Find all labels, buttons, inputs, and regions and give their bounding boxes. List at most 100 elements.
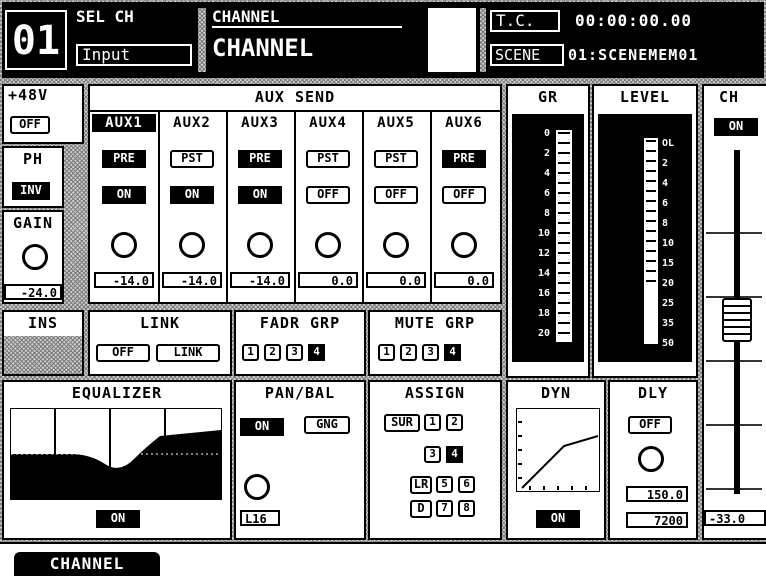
aux-pre-post-button[interactable]: PST	[306, 150, 350, 168]
equalizer-curve-graph[interactable]	[10, 408, 222, 500]
scene-label: SCENE	[490, 44, 564, 66]
header-hatch-1	[198, 8, 206, 72]
sel-ch-value[interactable]: Input	[76, 44, 192, 66]
aux-on-off-button[interactable]: ON	[102, 186, 146, 204]
fadr-grp-button[interactable]: 4	[308, 344, 325, 361]
gr-scale-tick: 8	[543, 208, 550, 219]
assign-bus-button[interactable]: 1	[424, 414, 441, 431]
aux-send-knob[interactable]	[111, 232, 137, 258]
dly-title: DLY	[637, 384, 669, 402]
assign-stereo-button[interactable]: LR	[410, 476, 432, 494]
tc-value: 00:00:00.00	[575, 11, 692, 30]
level-meter-fill	[646, 282, 656, 342]
aux-send-value: 0.0	[366, 272, 426, 288]
aux-on-off-button[interactable]: OFF	[442, 186, 486, 204]
equalizer-title: EQUALIZER	[71, 384, 163, 402]
aux-strip-divider	[430, 112, 432, 302]
aux-pre-post-button[interactable]: PST	[170, 150, 214, 168]
aux-send-value: 0.0	[434, 272, 494, 288]
equalizer-on-button[interactable]: ON	[96, 510, 140, 528]
assign-bus-button[interactable]: 7	[436, 500, 453, 517]
pan-on-button[interactable]: ON	[240, 418, 284, 436]
level-scale-tick: 6	[662, 198, 669, 209]
dyn-on-button[interactable]: ON	[536, 510, 580, 528]
aux-send-value: -14.0	[94, 272, 154, 288]
aux-pre-post-button[interactable]: PRE	[442, 150, 486, 168]
header-blank-box	[428, 8, 476, 72]
channel-name[interactable]: CHANNEL	[212, 30, 412, 66]
aux-on-off-button[interactable]: ON	[170, 186, 214, 204]
pan-bal-title: PAN/BAL	[264, 384, 336, 402]
aux-send-knob[interactable]	[451, 232, 477, 258]
mute-grp-button[interactable]: 3	[422, 344, 439, 361]
aux-on-off-button[interactable]: OFF	[374, 186, 418, 204]
level-scale-tick: 50	[662, 338, 675, 349]
assign-bus-button[interactable]: 3	[424, 446, 441, 463]
aux-name-label[interactable]: AUX6	[432, 114, 496, 132]
gr-meter-bar	[556, 130, 572, 342]
gr-scale-tick: 14	[537, 268, 550, 279]
level-scale-tick: 35	[662, 318, 675, 329]
assign-bus-button[interactable]: 8	[458, 500, 475, 517]
aux-pre-post-button[interactable]: PRE	[102, 150, 146, 168]
dly-off-button[interactable]: OFF	[628, 416, 672, 434]
tab-channel[interactable]: CHANNEL	[14, 552, 160, 576]
gr-scale-tick: 4	[543, 168, 550, 179]
level-scale-tick: 4	[662, 178, 669, 189]
aux-send-knob[interactable]	[315, 232, 341, 258]
aux-send-knob[interactable]	[383, 232, 409, 258]
scene-value[interactable]: 01:SCENEMEM01	[568, 44, 764, 66]
link-off-button[interactable]: OFF	[96, 344, 150, 362]
aux-on-off-button[interactable]: OFF	[306, 186, 350, 204]
ch-fader-title: CH	[718, 88, 740, 106]
fadr-grp-button[interactable]: 1	[242, 344, 259, 361]
ch-fader-value: -33.0	[704, 510, 766, 526]
pan-value: L16	[240, 510, 280, 526]
link-link-button[interactable]: LINK	[156, 344, 220, 362]
aux-name-label[interactable]: AUX1	[92, 114, 156, 132]
fadr-grp-button[interactable]: 3	[286, 344, 303, 361]
ins-body	[4, 336, 82, 374]
gr-scale-tick: 18	[537, 308, 550, 319]
pan-gang-button[interactable]: GNG	[304, 416, 350, 434]
gr-scale-tick: 10	[537, 228, 550, 239]
mute-grp-button[interactable]: 2	[400, 344, 417, 361]
aux-send-knob[interactable]	[179, 232, 205, 258]
assign-direct-button[interactable]: D	[410, 500, 432, 518]
aux-send-value: -14.0	[162, 272, 222, 288]
gr-meter-title: GR	[537, 88, 559, 106]
level-scale-tick: 25	[662, 298, 675, 309]
dyn-curve-graph[interactable]	[516, 408, 600, 492]
aux-pre-post-button[interactable]: PST	[374, 150, 418, 168]
aux-send-value: 0.0	[298, 272, 358, 288]
aux-name-label[interactable]: AUX5	[364, 114, 428, 132]
assign-bus-button[interactable]: 2	[446, 414, 463, 431]
level-scale-tick: OL	[662, 138, 675, 149]
fadr-grp-button[interactable]: 2	[264, 344, 281, 361]
mute-grp-button[interactable]: 1	[378, 344, 395, 361]
assign-bus-button[interactable]: 5	[436, 476, 453, 493]
assign-bus-button[interactable]: 4	[446, 446, 463, 463]
fadr-grp-title: FADR GRP	[259, 314, 341, 332]
assign-surround-button[interactable]: SUR	[384, 414, 420, 432]
aux-on-off-button[interactable]: ON	[238, 186, 282, 204]
assign-bus-button[interactable]: 6	[458, 476, 475, 493]
mute-grp-title: MUTE GRP	[394, 314, 476, 332]
dly-knob[interactable]	[638, 446, 664, 472]
aux-name-label[interactable]: AUX4	[296, 114, 360, 132]
aux-pre-post-button[interactable]: PRE	[238, 150, 282, 168]
aux-name-label[interactable]: AUX3	[228, 114, 292, 132]
ch-on-button[interactable]: ON	[714, 118, 758, 136]
gr-scale-tick: 6	[543, 188, 550, 199]
phase-invert-button[interactable]: INV	[12, 182, 50, 200]
pan-knob[interactable]	[244, 474, 270, 500]
dly-sample-value: 7200	[626, 512, 688, 528]
level-meter-title: LEVEL	[619, 88, 671, 106]
channel-label: CHANNEL	[212, 8, 402, 28]
mute-grp-button[interactable]: 4	[444, 344, 461, 361]
gr-scale-tick: 12	[537, 248, 550, 259]
gain-knob[interactable]	[22, 244, 48, 270]
aux-send-knob[interactable]	[247, 232, 273, 258]
aux-name-label[interactable]: AUX2	[160, 114, 224, 132]
phantom-power-button[interactable]: OFF	[10, 116, 50, 134]
